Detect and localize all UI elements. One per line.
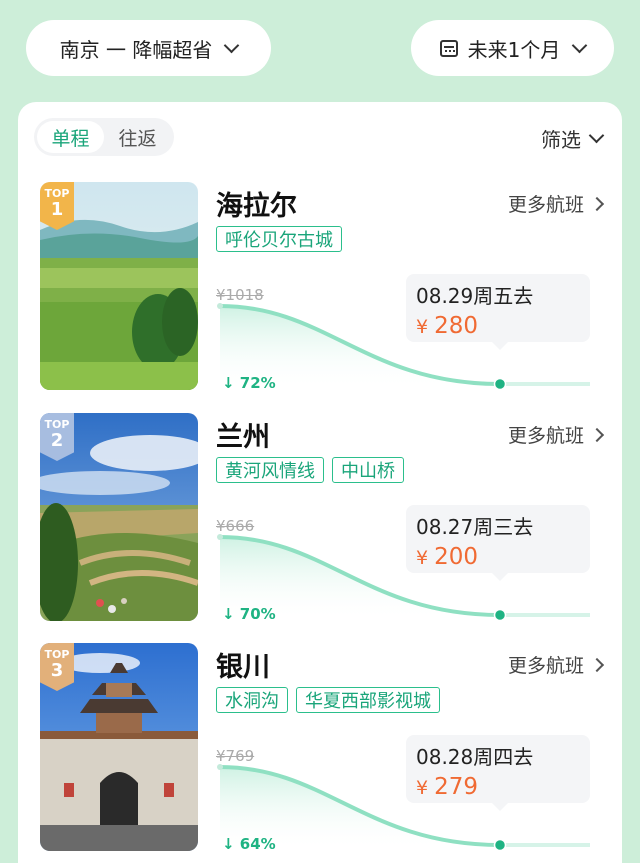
- currency-symbol: ¥: [416, 316, 429, 338]
- route-selector[interactable]: 南京 一 降幅超省: [26, 20, 271, 76]
- route-label: 南京 一 降幅超省: [59, 37, 213, 62]
- departure-date: 08.28周四去: [416, 745, 534, 769]
- more-flights-label: 更多航班: [507, 655, 584, 677]
- more-flights-label: 更多航班: [507, 194, 584, 216]
- filter-label: 筛选: [541, 128, 581, 152]
- current-price: ¥200: [416, 544, 580, 570]
- price-box[interactable]: 08.29周五去 ¥280: [406, 274, 590, 350]
- current-price: ¥280: [416, 313, 580, 339]
- price-drop: ↓ 70%: [222, 605, 276, 623]
- more-flights-link[interactable]: 更多航班: [507, 421, 605, 448]
- tab-one-way[interactable]: 单程: [37, 121, 104, 153]
- chevron-right-icon: [589, 657, 605, 672]
- price-drop: ↓ 64%: [222, 835, 276, 853]
- more-flights-link[interactable]: 更多航班: [507, 651, 605, 678]
- destination-item[interactable]: TOP 3 银川 更多航班 水洞沟 华夏西部影视城 ¥769 ↓ 64% 08.…: [40, 643, 610, 853]
- chevron-right-icon: [589, 196, 605, 211]
- price-drop-value: 64%: [239, 835, 276, 853]
- price-drop-value: 70%: [239, 605, 276, 623]
- currency-symbol: ¥: [416, 777, 429, 799]
- currency-symbol: ¥: [416, 547, 429, 569]
- chevron-down-icon: [588, 127, 605, 144]
- rank-badge: TOP 2: [40, 413, 74, 461]
- tab-round-trip[interactable]: 往返: [104, 121, 171, 153]
- date-range-label: 未来1个月: [467, 37, 561, 62]
- city-name: 兰州: [216, 422, 270, 453]
- attraction-tag[interactable]: 华夏西部影视城: [296, 687, 440, 713]
- tag-list: 水洞沟 华夏西部影视城: [216, 687, 440, 713]
- price-box[interactable]: 08.28周四去 ¥279: [406, 735, 590, 811]
- rank-number: 2: [50, 430, 64, 451]
- price-value: 279: [434, 774, 478, 800]
- deals-card: 单程 往返 筛选 TOP 1 海拉尔 更多航班 呼伦贝尔古城 ¥1018 ↓ 7…: [18, 102, 622, 863]
- date-selector[interactable]: 未来1个月: [411, 20, 614, 76]
- rank-badge: TOP 1: [40, 182, 74, 230]
- attraction-tag[interactable]: 黄河风情线: [216, 457, 324, 483]
- calendar-icon: [439, 39, 458, 57]
- attraction-tag[interactable]: 中山桥: [332, 457, 404, 483]
- price-box[interactable]: 08.27周三去 ¥200: [406, 505, 590, 581]
- chevron-down-icon: [572, 37, 588, 53]
- current-price: ¥279: [416, 774, 580, 800]
- destination-item[interactable]: TOP 2 兰州 更多航班 黄河风情线 中山桥 ¥666 ↓ 70% 08.27…: [40, 413, 610, 623]
- tag-list: 黄河风情线 中山桥: [216, 457, 404, 483]
- destination-item[interactable]: TOP 1 海拉尔 更多航班 呼伦贝尔古城 ¥1018 ↓ 72% 08.29周…: [40, 182, 610, 392]
- destination-photo: TOP 2: [40, 413, 198, 621]
- more-flights-label: 更多航班: [507, 425, 584, 447]
- rank-number: 3: [50, 660, 64, 681]
- departure-date: 08.27周三去: [416, 515, 534, 539]
- price-drop: ↓ 72%: [222, 374, 276, 392]
- destination-photo: TOP 3: [40, 643, 198, 851]
- chevron-down-icon: [224, 37, 240, 53]
- price-value: 280: [434, 313, 478, 339]
- filter-button[interactable]: 筛选: [541, 124, 605, 153]
- trip-type-tabs: 单程 往返: [34, 118, 174, 156]
- city-name: 银川: [216, 652, 270, 683]
- chevron-right-icon: [589, 427, 605, 442]
- attraction-tag[interactable]: 呼伦贝尔古城: [216, 226, 342, 252]
- city-name: 海拉尔: [216, 191, 297, 222]
- more-flights-link[interactable]: 更多航班: [507, 190, 605, 217]
- destination-photo: TOP 1: [40, 182, 198, 390]
- rank-badge: TOP 3: [40, 643, 74, 691]
- departure-date: 08.29周五去: [416, 284, 534, 308]
- attraction-tag[interactable]: 水洞沟: [216, 687, 288, 713]
- price-drop-value: 72%: [239, 374, 276, 392]
- tag-list: 呼伦贝尔古城: [216, 226, 342, 252]
- price-value: 200: [434, 544, 478, 570]
- rank-number: 1: [50, 199, 64, 220]
